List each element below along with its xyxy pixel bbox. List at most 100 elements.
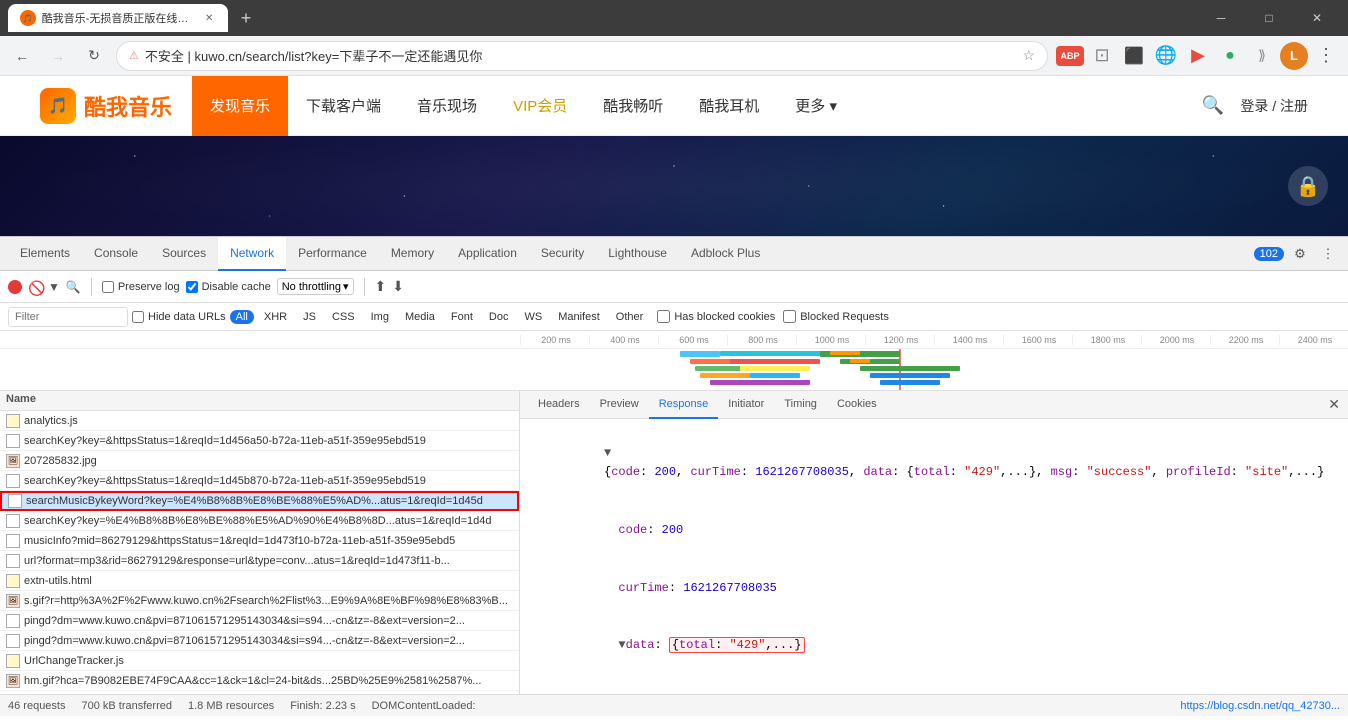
network-search-btn[interactable]: 🔍 <box>66 280 81 294</box>
search-icon[interactable]: 🔍 <box>1202 95 1224 116</box>
import-btn[interactable]: ⬆ <box>375 278 387 295</box>
site-logo[interactable]: 🎵 酷我音乐 <box>40 88 172 124</box>
tab-security[interactable]: Security <box>529 237 596 271</box>
panel-tab-timing[interactable]: Timing <box>774 391 827 419</box>
address-bar-input[interactable]: ⚠ 不安全 | kuwo.cn/search/list?key=下辈子不一定还能… <box>116 41 1048 71</box>
panel-tab-cookies[interactable]: Cookies <box>827 391 887 419</box>
blocked-requests-label[interactable]: Blocked Requests <box>783 310 889 323</box>
clear-btn[interactable]: 🚫 <box>28 280 42 294</box>
new-tab-btn[interactable]: + <box>232 4 260 32</box>
refresh-btn[interactable]: ↻ <box>80 42 108 70</box>
tab-close-btn[interactable]: ✕ <box>202 11 216 25</box>
ext-icon-5[interactable]: ● <box>1216 42 1244 70</box>
panel-tab-headers[interactable]: Headers <box>528 391 590 419</box>
record-btn[interactable] <box>8 280 22 294</box>
request-item-searchkey2[interactable]: searchKey?key=&httpsStatus=1&reqId=1d45b… <box>0 471 519 491</box>
ext-icon-2[interactable]: ⬛ <box>1120 42 1148 70</box>
close-btn[interactable]: ✕ <box>1294 0 1340 36</box>
tab-adblock[interactable]: Adblock Plus <box>679 237 772 271</box>
minimize-btn[interactable]: ─ <box>1198 0 1244 36</box>
request-item-extn[interactable]: extn-utils.html <box>0 571 519 591</box>
json-data-line: ▼data: {total: "429",...} <box>532 617 1336 675</box>
ext-icon-6[interactable]: ⟫ <box>1248 42 1276 70</box>
filter-all-btn[interactable]: All <box>230 310 254 324</box>
panel-tab-initiator[interactable]: Initiator <box>718 391 774 419</box>
disable-cache-checkbox[interactable] <box>186 281 198 293</box>
expand-arrow-data[interactable]: ▼ <box>618 638 625 652</box>
filter-input[interactable] <box>8 307 128 327</box>
has-blocked-checkbox[interactable] <box>657 310 670 323</box>
request-item-musicinfo[interactable]: musicInfo?mid=86279129&httpsStatus=1&req… <box>0 531 519 551</box>
hide-data-urls-label[interactable]: Hide data URLs <box>132 311 226 323</box>
tab-memory[interactable]: Memory <box>379 237 446 271</box>
filter-media-btn[interactable]: Media <box>399 310 441 324</box>
request-item-urlchange[interactable]: UrlChangeTracker.js <box>0 651 519 671</box>
nav-more[interactable]: 更多 ▾ <box>777 76 855 136</box>
request-item-search-music[interactable]: searchMusicBykeyWord?key=%E4%B8%8B%E8%BE… <box>0 491 519 511</box>
tab-network[interactable]: Network <box>218 237 286 271</box>
request-item-img[interactable]: 🖼 207285832.jpg <box>0 451 519 471</box>
panel-tab-response[interactable]: Response <box>649 391 719 419</box>
request-item-analytics[interactable]: analytics.js <box>0 411 519 431</box>
tab-performance[interactable]: Performance <box>286 237 379 271</box>
blocked-requests-checkbox[interactable] <box>783 310 796 323</box>
devtools-settings-btn[interactable]: ⚙ <box>1288 242 1312 266</box>
hide-data-urls-checkbox[interactable] <box>132 311 144 323</box>
tab-sources[interactable]: Sources <box>150 237 218 271</box>
request-item-sgif[interactable]: 🖼 s.gif?r=http%3A%2F%2Fwww.kuwo.cn%2Fsea… <box>0 591 519 611</box>
back-btn[interactable]: ← <box>8 42 36 70</box>
request-item-pingd2[interactable]: pingd?dm=www.kuwo.cn&pvi=871061571295143… <box>0 631 519 651</box>
abp-extension-icon[interactable]: ABP <box>1056 46 1084 66</box>
maximize-btn[interactable]: □ <box>1246 0 1292 36</box>
ext-icon-4[interactable]: ▶ <box>1184 42 1212 70</box>
tick-1600: 1600 ms <box>1003 335 1072 345</box>
request-item-pingd1[interactable]: pingd?dm=www.kuwo.cn&pvi=871061571295143… <box>0 611 519 631</box>
request-item-searchkey3[interactable]: searchKey?key=%E4%B8%8B%E8%BE%88%E5%AD%9… <box>0 511 519 531</box>
preserve-log-label[interactable]: Preserve log <box>102 281 180 293</box>
tab-lighthouse[interactable]: Lighthouse <box>596 237 679 271</box>
filter-font-btn[interactable]: Font <box>445 310 479 324</box>
filter-icon-btn[interactable]: ▼ <box>48 280 60 294</box>
filter-css-btn[interactable]: CSS <box>326 310 361 324</box>
export-btn[interactable]: ⬇ <box>392 278 404 295</box>
ext-icon-1[interactable]: ⊡ <box>1088 42 1116 70</box>
ext-icon-3[interactable]: 🌐 <box>1152 42 1180 70</box>
req-name: 207285832.jpg <box>24 455 97 467</box>
req-icon-img: 🖼 <box>6 454 20 468</box>
request-item-hmgif[interactable]: 🖼 hm.gif?hca=7B9082EBE74F9CAA&cc=1&ck=1&… <box>0 671 519 691</box>
devtools-more-btn[interactable]: ⋮ <box>1316 242 1340 266</box>
nav-vip[interactable]: VIP会员 <box>495 76 585 136</box>
nav-download-client[interactable]: 下载客户端 <box>288 76 399 136</box>
forward-btn[interactable]: → <box>44 42 72 70</box>
nav-discover-music[interactable]: 发现音乐 <box>192 76 288 136</box>
request-item-searchkey1[interactable]: searchKey?key=&httpsStatus=1&reqId=1d456… <box>0 431 519 451</box>
filter-img-btn[interactable]: Img <box>365 310 395 324</box>
panel-close-btn[interactable]: ✕ <box>1328 396 1340 413</box>
login-btn[interactable]: 登录 / 注册 <box>1240 96 1308 116</box>
disable-cache-label[interactable]: Disable cache <box>186 281 271 293</box>
menu-icon[interactable]: ⋮ <box>1312 42 1340 70</box>
filter-other-btn[interactable]: Other <box>610 310 650 324</box>
filter-manifest-btn[interactable]: Manifest <box>552 310 606 324</box>
tab-elements[interactable]: Elements <box>8 237 82 271</box>
json-curtime-line: curTime: 1621267708035 <box>532 559 1336 617</box>
has-blocked-label[interactable]: Has blocked cookies <box>657 310 775 323</box>
nav-kuwo-earphones[interactable]: 酷我耳机 <box>681 76 777 136</box>
bookmark-icon[interactable]: ☆ <box>1022 47 1035 64</box>
throttle-select[interactable]: No throttling ▾ <box>277 278 354 295</box>
profile-icon[interactable]: L <box>1280 42 1308 70</box>
filter-ws-btn[interactable]: WS <box>518 310 548 324</box>
filter-xhr-btn[interactable]: XHR <box>258 310 293 324</box>
blog-url[interactable]: https://blog.csdn.net/qq_42730... <box>1180 700 1340 712</box>
nav-live-music[interactable]: 音乐现场 <box>399 76 495 136</box>
request-item-url[interactable]: url?format=mp3&rid=86279129&response=url… <box>0 551 519 571</box>
expand-arrow-root[interactable]: ▼ <box>604 446 611 460</box>
preserve-log-checkbox[interactable] <box>102 281 114 293</box>
active-tab[interactable]: 🎵 酷我音乐-无损音质正版在线试听 ✕ <box>8 4 228 32</box>
nav-kuwo-listen[interactable]: 酷我畅听 <box>585 76 681 136</box>
tab-application[interactable]: Application <box>446 237 529 271</box>
filter-js-btn[interactable]: JS <box>297 310 322 324</box>
filter-doc-btn[interactable]: Doc <box>483 310 515 324</box>
tab-console[interactable]: Console <box>82 237 150 271</box>
panel-tab-preview[interactable]: Preview <box>590 391 649 419</box>
